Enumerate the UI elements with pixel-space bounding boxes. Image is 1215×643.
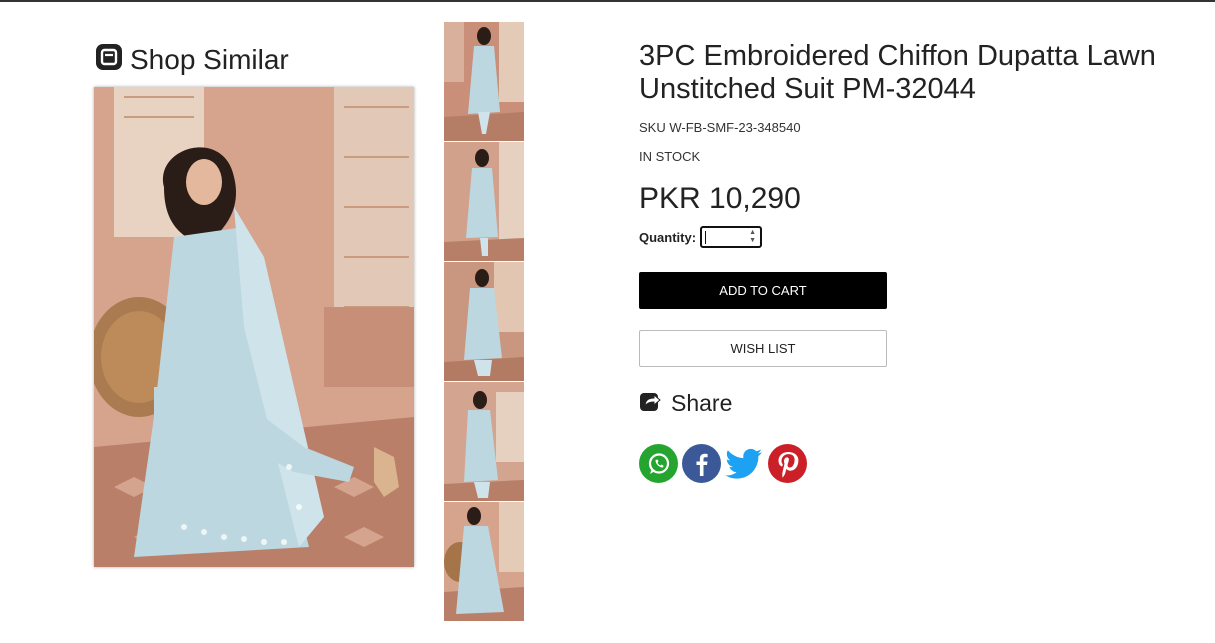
twitter-icon[interactable]: [725, 444, 764, 483]
shop-similar-icon: [94, 42, 124, 77]
quantity-row: Quantity: ▲ ▼: [639, 226, 1199, 248]
whatsapp-icon[interactable]: [639, 444, 678, 483]
thumbnail-3[interactable]: [444, 262, 524, 381]
quantity-stepper[interactable]: ▲ ▼: [700, 226, 763, 248]
product-title: 3PC Embroidered Chiffon Dupatta Lawn Uns…: [639, 40, 1156, 105]
add-to-cart-button[interactable]: ADD TO CART: [639, 272, 887, 309]
product-details: 3PC Embroidered Chiffon Dupatta Lawn Uns…: [639, 40, 1199, 483]
shop-similar-label: Shop Similar: [130, 43, 289, 75]
thumbnail-4[interactable]: [444, 382, 524, 501]
share-link[interactable]: Share: [639, 389, 1199, 418]
product-sku: SKU W-FB-SMF-23-348540: [639, 120, 801, 135]
thumbnail-strip: [444, 22, 524, 621]
quantity-label: Quantity:: [639, 229, 697, 245]
product-main-image[interactable]: [94, 87, 414, 567]
social-share-row: [639, 444, 1199, 483]
text-caret: [705, 231, 707, 244]
thumbnail-5[interactable]: [444, 502, 524, 621]
shop-similar-link[interactable]: Shop Similar: [94, 42, 289, 77]
pinterest-icon[interactable]: [768, 444, 807, 483]
thumbnail-2[interactable]: [444, 142, 524, 261]
wish-list-button[interactable]: WISH LIST: [639, 330, 887, 367]
product-price: PKR 10,290: [639, 182, 801, 215]
facebook-icon[interactable]: [682, 444, 721, 483]
spinner-arrows-icon[interactable]: ▲ ▼: [749, 229, 756, 245]
thumbnail-1[interactable]: [444, 22, 524, 141]
top-divider: [0, 0, 1215, 2]
share-label: Share: [671, 390, 733, 416]
share-icon: [639, 389, 663, 418]
stock-status: IN STOCK: [639, 149, 701, 164]
